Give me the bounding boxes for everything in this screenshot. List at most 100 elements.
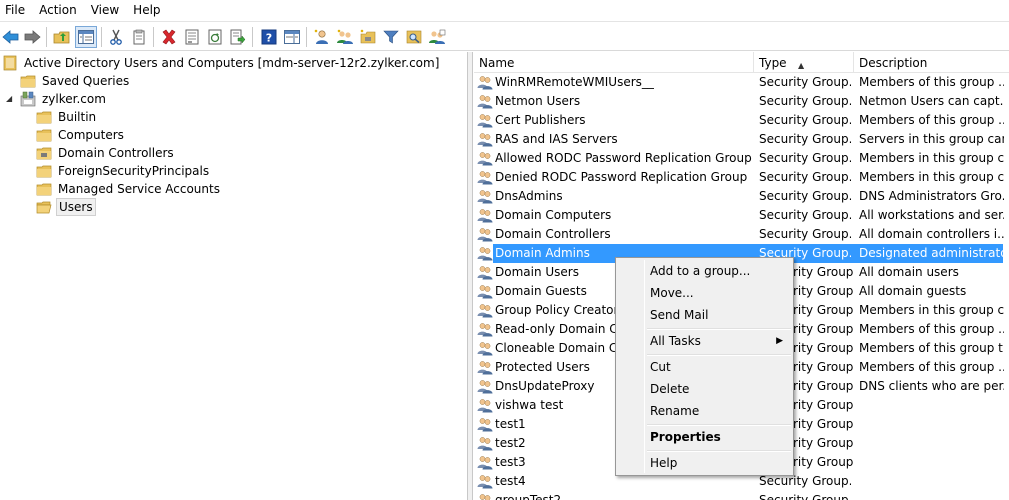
- copy-icon[interactable]: [128, 26, 150, 48]
- menu-item-properties[interactable]: Properties: [618, 426, 791, 448]
- table-row[interactable]: Netmon Users Security Group... Netmon User…: [474, 92, 1009, 111]
- cell-name: Domain Controllers: [495, 227, 611, 241]
- tree-item-label: Saved Queries: [42, 74, 130, 88]
- delete-icon[interactable]: [158, 26, 180, 48]
- security-group-icon: [477, 397, 493, 413]
- table-row[interactable]: Cert Publishers Security Group... Members …: [474, 111, 1009, 130]
- menu-item-delete[interactable]: Delete: [618, 378, 791, 400]
- create-ou-icon[interactable]: [357, 26, 379, 48]
- cell-type: Security Group...: [759, 493, 851, 500]
- console-tree: Active Directory Users and Computers [md…: [0, 52, 468, 500]
- add-to-group-icon[interactable]: [426, 26, 448, 48]
- up-folder-icon[interactable]: [51, 26, 73, 48]
- cell-type: Security Group...: [759, 94, 851, 108]
- security-group-icon: [477, 188, 493, 204]
- cell-name: Denied RODC Password Replication Group: [495, 170, 748, 184]
- tree-item-users[interactable]: Users: [36, 198, 96, 216]
- cell-type: Security Group...: [759, 151, 851, 165]
- cut-icon[interactable]: [105, 26, 127, 48]
- back-arrow-icon[interactable]: [0, 26, 22, 48]
- security-group-icon: [477, 359, 493, 375]
- tree-root-label: Active Directory Users and Computers [md…: [24, 56, 440, 70]
- tree-item-label: Builtin: [58, 110, 97, 124]
- security-group-icon: [477, 245, 493, 261]
- cell-type: rity Group...: [793, 379, 853, 393]
- folder-icon: [20, 75, 36, 88]
- table-row[interactable]: Denied RODC Password Replication Group Se…: [474, 168, 1009, 187]
- tree-item-builtin[interactable]: Builtin: [36, 108, 98, 126]
- properties-icon[interactable]: [181, 26, 203, 48]
- cell-type: rity Group...: [793, 398, 853, 412]
- table-row[interactable]: DnsAdmins Security Group... DNS Administra…: [474, 187, 1009, 206]
- tree-item-domain-controllers[interactable]: Domain Controllers: [36, 144, 176, 162]
- cell-description: DNS clients who are per...: [859, 379, 1004, 393]
- tree-item-label: zylker.com: [42, 92, 106, 106]
- refresh-icon[interactable]: [204, 26, 226, 48]
- help-icon[interactable]: ?: [258, 26, 280, 48]
- security-group-icon: [477, 302, 493, 318]
- column-header-description[interactable]: Description: [854, 52, 1009, 73]
- ad-console-icon: [3, 55, 17, 71]
- table-row[interactable]: groupTest2 Security Group...: [474, 491, 1009, 500]
- column-header-name[interactable]: Name: [474, 52, 754, 73]
- show-hide-console-tree-icon[interactable]: [75, 26, 97, 48]
- export-list-icon[interactable]: [227, 26, 249, 48]
- table-row[interactable]: Domain Computers Security Group... All wor…: [474, 206, 1009, 225]
- menu-view[interactable]: View: [86, 0, 128, 21]
- tree-item-computers[interactable]: Computers: [36, 126, 126, 144]
- cell-type: rity Group...: [793, 303, 853, 317]
- menu-item-send-mail[interactable]: Send Mail: [618, 304, 791, 326]
- cell-description: Members in this group c...: [859, 151, 1004, 165]
- table-row[interactable]: Allowed RODC Password Replication Group S…: [474, 149, 1009, 168]
- cell-description: Designated administrato...: [859, 246, 1004, 260]
- tree-item-label: ForeignSecurityPrincipals: [58, 164, 210, 178]
- create-user-icon[interactable]: [311, 26, 333, 48]
- column-header-type[interactable]: Type ▲: [754, 52, 854, 73]
- cell-type: rity Group...: [793, 455, 853, 469]
- cell-name: Netmon Users: [495, 94, 581, 108]
- menu-item-add-to-group[interactable]: Add to a group...: [618, 260, 791, 282]
- collapse-arrow-icon[interactable]: ◢: [6, 94, 12, 103]
- menu-action[interactable]: Action: [34, 0, 86, 21]
- cell-type: rity Group...: [793, 322, 853, 336]
- cell-description: Members of this group ...: [859, 360, 1004, 374]
- tree-item-foreign-security-principals[interactable]: ForeignSecurityPrincipals: [36, 162, 211, 180]
- menu-item-move[interactable]: Move...: [618, 282, 791, 304]
- menu-help[interactable]: Help: [128, 0, 169, 21]
- submenu-arrow-icon: ▶: [776, 336, 783, 346]
- folder-icon: [36, 165, 52, 178]
- menu-item-all-tasks[interactable]: All Tasks ▶: [618, 330, 791, 352]
- cell-type: Security Group...: [759, 227, 851, 241]
- pane-splitter[interactable]: [468, 52, 473, 500]
- cell-description: [859, 434, 1004, 453]
- table-row[interactable]: Domain Controllers Security Group... All d…: [474, 225, 1009, 244]
- security-group-icon: [477, 492, 493, 500]
- forward-arrow-icon[interactable]: [21, 26, 43, 48]
- cell-description: [859, 396, 1004, 415]
- filter-icon[interactable]: [380, 26, 402, 48]
- security-group-icon: [477, 74, 493, 90]
- menu-item-cut[interactable]: Cut: [618, 356, 791, 378]
- find-icon[interactable]: [403, 26, 425, 48]
- list-header: Name Type ▲ Description: [474, 52, 1009, 73]
- show-hide-action-pane-icon[interactable]: [281, 26, 303, 48]
- cell-type: rity Group...: [793, 436, 853, 450]
- table-row[interactable]: RAS and IAS Servers Security Group... Serv…: [474, 130, 1009, 149]
- menu-file[interactable]: File: [0, 0, 34, 21]
- cell-description: [859, 415, 1004, 434]
- cell-description: Members of this group t...: [859, 341, 1004, 355]
- cell-name: DnsAdmins: [495, 189, 563, 203]
- create-group-icon[interactable]: [334, 26, 356, 48]
- tree-item-label: Computers: [58, 128, 124, 142]
- menu-item-help[interactable]: Help: [618, 452, 791, 474]
- tree-item-domain[interactable]: zylker.com: [20, 90, 108, 108]
- table-row[interactable]: WinRMRemoteWMIUsers__ Security Group... Me…: [474, 73, 1009, 92]
- security-group-icon: [477, 169, 493, 185]
- tree-item-managed-service-accounts[interactable]: Managed Service Accounts: [36, 180, 222, 198]
- cell-description: Members in this group c...: [859, 170, 1004, 184]
- menu-item-rename[interactable]: Rename: [618, 400, 791, 422]
- cell-type: Security Group...: [759, 75, 851, 89]
- tree-item-saved-queries[interactable]: Saved Queries: [20, 72, 131, 90]
- tree-root[interactable]: Active Directory Users and Computers [md…: [2, 54, 441, 72]
- tree-item-label: Users: [56, 198, 96, 216]
